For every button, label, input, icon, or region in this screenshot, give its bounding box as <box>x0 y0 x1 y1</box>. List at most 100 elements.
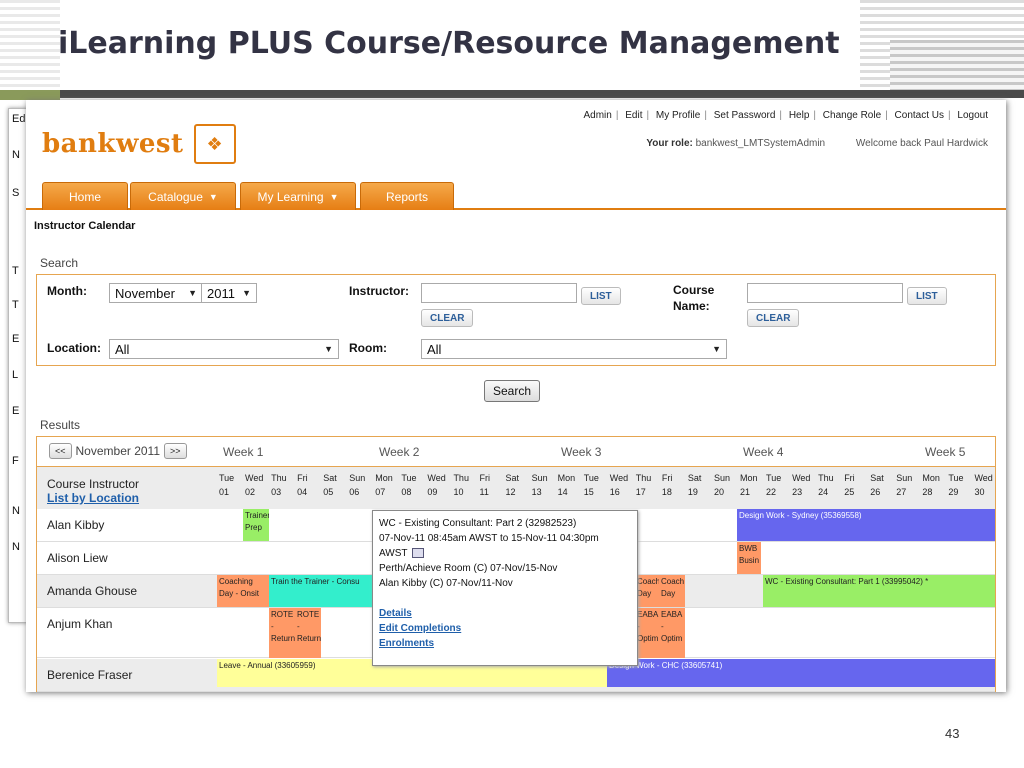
chevron-down-icon: ▼ <box>208 191 218 202</box>
day-number: 16 <box>609 487 620 497</box>
day-name: Tue <box>948 473 964 483</box>
room-label: Room: <box>349 341 387 355</box>
day-column-header: Mon 21 <box>740 471 762 499</box>
day-column-header: Tue 29 <box>948 471 970 499</box>
day-column-header: Sat 12 <box>506 471 528 499</box>
day-number: 09 <box>427 487 438 497</box>
title-underline <box>60 90 1024 98</box>
event-details-popup: WC - Existing Consultant: Part 2 (329825… <box>372 510 638 666</box>
calendar-event[interactable]: EABA - Optim <box>659 608 685 658</box>
day-name: Mon <box>557 473 576 483</box>
calendar-event[interactable]: Coach Day <box>659 575 685 607</box>
calendar-icon[interactable] <box>412 548 425 559</box>
day-name: Fri <box>661 473 673 483</box>
year-select[interactable]: 2011 ▼ <box>201 283 257 303</box>
day-name: Wed <box>427 473 446 483</box>
tab-home-label: Home <box>68 189 101 204</box>
popup-room: Perth/Achieve Room (C) 07-Nov/15-Nov <box>379 563 558 574</box>
tab-home[interactable]: Home <box>42 182 128 210</box>
calendar-event[interactable]: WC - Existing Consultant: Part 1 (339950… <box>763 575 995 607</box>
edit-completions-link[interactable]: Edit Completions <box>379 621 631 636</box>
day-number: 01 <box>219 487 230 497</box>
logo-wordmark: bankwest <box>42 129 184 159</box>
day-number: 03 <box>271 487 282 497</box>
day-number: 21 <box>740 487 751 497</box>
previous-month-button[interactable]: << <box>49 443 72 459</box>
day-name: Sun <box>896 473 913 483</box>
contact-us-link[interactable]: Contact Us <box>895 110 944 121</box>
month-select[interactable]: November ▼ <box>109 283 203 303</box>
calendar-event[interactable]: Coaching Day - Onsit <box>217 575 269 607</box>
week-label: Week 1 <box>223 445 264 459</box>
day-number: 02 <box>245 487 256 497</box>
instructor-input[interactable] <box>421 283 577 303</box>
bg-letter: N <box>12 149 20 161</box>
tab-reports[interactable]: Reports <box>360 182 454 210</box>
edit-link[interactable]: Edit <box>625 110 642 121</box>
calendar-event[interactable]: Train the Trainer - Consu <box>269 575 373 607</box>
day-number: 11 <box>479 487 489 497</box>
calendar-event[interactable]: Coach Day <box>635 575 659 607</box>
instructor-list-button[interactable]: LIST <box>581 287 621 305</box>
dropdown-arrow-icon: ▼ <box>242 288 251 298</box>
change-role-link[interactable]: Change Role <box>823 110 881 121</box>
set-password-link[interactable]: Set Password <box>714 110 776 121</box>
bg-letter: T <box>12 265 19 277</box>
day-column-header: Sat 26 <box>870 471 892 499</box>
day-name: Wed <box>609 473 629 483</box>
calendar-event[interactable]: EABA - Optim <box>635 608 659 658</box>
bg-letter: F <box>12 455 19 467</box>
day-name: Sun <box>531 473 548 483</box>
tab-my-learning[interactable]: My Learning ▼ <box>240 182 356 210</box>
main-navigation: Home Catalogue ▼ My Learning ▼ Reports <box>26 182 1006 210</box>
day-name: Thu <box>453 473 469 483</box>
chevron-down-icon: ▼ <box>329 191 339 202</box>
enrolments-link[interactable]: Enrolments <box>379 636 631 651</box>
day-column-header: Thu 17 <box>636 471 658 499</box>
day-name: Sat <box>505 473 520 483</box>
instructor-clear-button[interactable]: CLEAR <box>421 309 474 327</box>
day-name: Thu <box>818 473 834 483</box>
next-month-button[interactable]: >> <box>164 443 187 459</box>
location-select[interactable]: All ▼ <box>109 339 339 359</box>
page-title: Instructor Calendar <box>34 220 136 232</box>
header-links: Admin | Edit | My Profile | Set Password | H… <box>583 110 989 121</box>
decorative-stripes-left <box>0 0 60 100</box>
day-column-header: Tue 01 <box>219 471 241 499</box>
day-column-header: Sun 06 <box>349 471 371 499</box>
calendar-event[interactable]: Design Work - Sydney (35369558) <box>737 509 995 541</box>
course-name-input[interactable] <box>747 283 903 303</box>
details-link[interactable]: Details <box>379 606 631 621</box>
day-name: Fri <box>297 473 308 483</box>
room-select[interactable]: All ▼ <box>421 339 727 359</box>
my-profile-link[interactable]: My Profile <box>656 110 700 121</box>
tab-catalogue[interactable]: Catalogue ▼ <box>130 182 236 210</box>
bankwest-logo[interactable]: bankwest ❖ <box>42 122 236 166</box>
course-clear-button[interactable]: CLEAR <box>747 309 800 327</box>
role-info: Your role: bankwest_LMTSystemAdmin Welco… <box>646 138 988 149</box>
year-value: 2011 <box>207 285 235 301</box>
day-column-header: Fri 18 <box>662 471 684 499</box>
day-name: Tue <box>583 473 599 483</box>
day-number: 25 <box>844 487 855 497</box>
day-number: 07 <box>375 487 386 497</box>
admin-link[interactable]: Admin <box>584 110 612 121</box>
day-column-header: Fri 25 <box>844 471 866 499</box>
search-button[interactable]: Search <box>484 380 541 402</box>
day-name: Tue <box>219 473 235 483</box>
day-name: Mon <box>922 473 940 483</box>
calendar-event[interactable]: ROTE - Return <box>295 608 321 658</box>
month-value: November <box>115 285 175 301</box>
course-list-button[interactable]: LIST <box>907 287 947 305</box>
day-column-header: Thu 24 <box>818 471 840 499</box>
logout-link[interactable]: Logout <box>957 110 988 121</box>
dropdown-arrow-icon: ▼ <box>188 288 197 298</box>
calendar-event[interactable]: Design Work - CHC (33605741) <box>607 659 995 687</box>
calendar-event[interactable]: ROTE - Return <box>269 608 295 658</box>
list-by-location-link[interactable]: List by Location <box>47 491 139 505</box>
help-link[interactable]: Help <box>789 110 810 121</box>
day-number: 30 <box>974 487 985 497</box>
calendar-event[interactable]: BWB Busin <box>737 542 761 574</box>
tab-reports-label: Reports <box>385 189 429 204</box>
calendar-event[interactable]: Trainer Prep <box>243 509 269 541</box>
